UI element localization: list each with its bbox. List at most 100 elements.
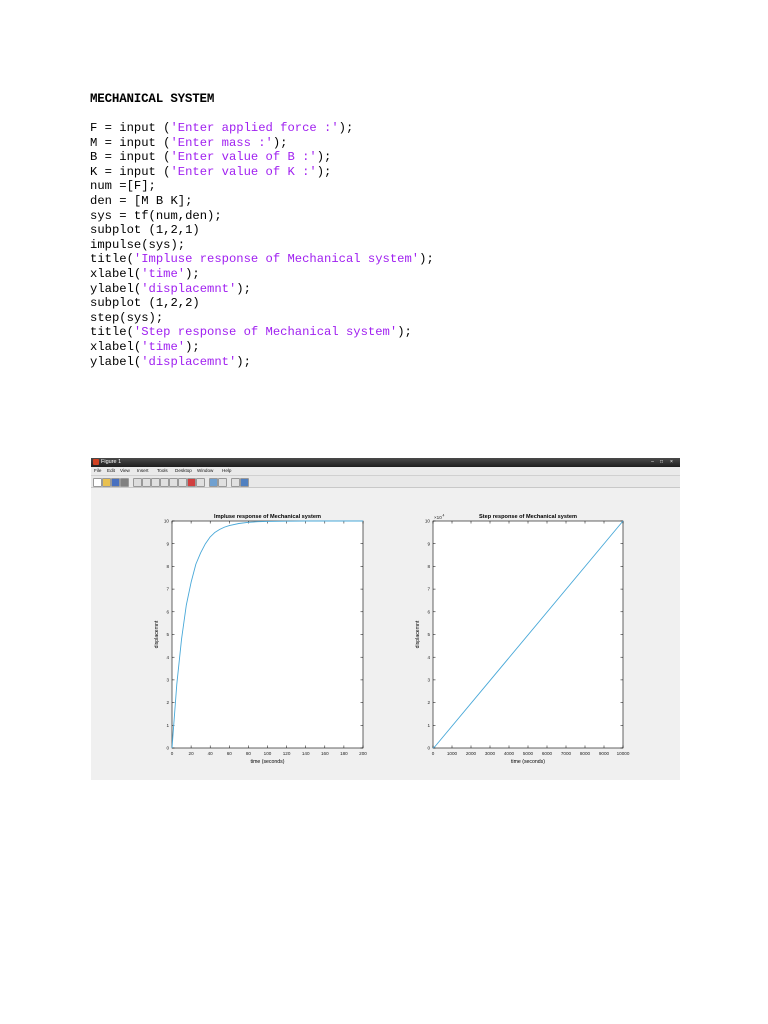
print-icon[interactable] xyxy=(120,478,129,487)
code-token: impulse(sys); xyxy=(90,237,186,252)
x-tick-label: 40 xyxy=(208,751,214,756)
code-token: xlabel( xyxy=(90,339,142,354)
code-string: 'Enter value of K :' xyxy=(170,164,317,179)
colorbar-icon[interactable] xyxy=(209,478,218,487)
menu-help[interactable]: Help xyxy=(222,467,231,475)
menu-tools[interactable]: Tools xyxy=(157,467,168,475)
code-line: xlabel('time'); xyxy=(90,267,434,282)
x-tick-label: 5000 xyxy=(523,751,534,756)
zoom-in-icon[interactable] xyxy=(142,478,151,487)
y-axis-label: displacemnt xyxy=(154,620,160,648)
x-tick-label: 7000 xyxy=(561,751,572,756)
y-tick-label: 5 xyxy=(427,632,430,637)
x-axis-label: time (seconds) xyxy=(250,759,284,765)
code-token: ); xyxy=(397,325,412,340)
figure-window-title: Figure 1 xyxy=(101,459,122,465)
x-tick-label: 3000 xyxy=(485,751,496,756)
link-icon[interactable] xyxy=(196,478,205,487)
legend-icon[interactable] xyxy=(218,478,227,487)
y-axis-label: displacemnt xyxy=(415,620,421,648)
x-tick-label: 9000 xyxy=(599,751,610,756)
code-token: K = input ( xyxy=(90,164,171,179)
x-tick-label: 20 xyxy=(189,751,195,756)
save-icon[interactable] xyxy=(111,478,120,487)
code-string: 'time' xyxy=(141,266,186,281)
pointer-icon[interactable] xyxy=(133,478,142,487)
x-tick-label: 60 xyxy=(227,751,233,756)
code-token: ); xyxy=(338,121,354,135)
figure-plots: 0 20 40 60 80 100 120 140 160 180 200012345678910I… xyxy=(154,514,630,766)
subplot-2: 0 1000 2000 3000 4000 5000 6000 7000 8000 9000 100… xyxy=(415,514,630,766)
new-icon[interactable] xyxy=(93,478,102,487)
code-string: 'displacemnt' xyxy=(141,354,237,369)
menu-insert[interactable]: Insert xyxy=(137,467,149,475)
maximize-icon[interactable]: □ xyxy=(658,459,665,465)
y-tick-label: 9 xyxy=(427,541,430,546)
y-tick-label: 3 xyxy=(427,678,430,683)
code-token: ); xyxy=(185,339,200,354)
x-tick-label: 0 xyxy=(171,751,174,756)
y-tick-label: 3 xyxy=(166,678,169,683)
code-line: step(sys); xyxy=(90,311,434,326)
code-string: 'Impluse response of Mechanical system' xyxy=(133,252,420,267)
hide-plot-icon[interactable] xyxy=(231,478,240,487)
data-cursor-icon[interactable] xyxy=(178,478,187,487)
code-string: 'Enter applied force :' xyxy=(170,121,339,135)
code-token: ); xyxy=(272,135,288,150)
figure-toolbar xyxy=(91,476,680,488)
x-tick-label: 0 xyxy=(432,751,435,756)
y-tick-label: 0 xyxy=(166,746,169,751)
x-tick-label: 2000 xyxy=(466,751,477,756)
y-tick-label: 8 xyxy=(166,564,169,569)
menu-view[interactable]: View xyxy=(120,467,130,475)
open-icon[interactable] xyxy=(102,478,111,487)
y-tick-label: 8 xyxy=(427,564,430,569)
code-string: 'displacemnt' xyxy=(141,281,237,296)
matlab-figure-window: Figure 1 – □ × File Edit View Insert Tools De… xyxy=(91,458,680,780)
show-plot-icon[interactable] xyxy=(240,478,249,487)
plot-area xyxy=(171,520,364,749)
code-string: 'Enter mass :' xyxy=(170,135,273,150)
x-tick-label: 140 xyxy=(302,751,310,756)
code-line: B = input ('Enter value of B :'); xyxy=(90,150,434,165)
x-tick-label: 6000 xyxy=(542,751,553,756)
close-icon[interactable]: × xyxy=(668,459,675,465)
minimize-icon[interactable]: – xyxy=(649,459,656,465)
code-line: ylabel('displacemnt'); xyxy=(90,355,434,370)
code-listing: F = input ('Enter applied force :'); M = … xyxy=(90,121,434,369)
y-tick-label: 6 xyxy=(166,609,169,614)
x-tick-label: 1000 xyxy=(447,751,458,756)
y-tick-label: 0 xyxy=(427,746,430,751)
menu-file[interactable]: File xyxy=(94,467,101,475)
code-token: num =[F]; xyxy=(90,179,156,194)
code-line: num =[F]; xyxy=(90,179,434,194)
code-token: title( xyxy=(90,325,134,340)
code-token: title( xyxy=(90,252,134,267)
y-tick-label: 1 xyxy=(427,723,430,728)
pan-icon[interactable] xyxy=(160,478,169,487)
y-tick-label: 10 xyxy=(164,519,170,524)
code-token: ); xyxy=(419,252,434,267)
x-axis-label: time (seconds) xyxy=(511,759,545,765)
code-token: ); xyxy=(236,281,251,296)
rotate-icon[interactable] xyxy=(169,478,178,487)
code-line: title('Impluse response of Mechanical sy… xyxy=(90,252,434,267)
code-token: B = input ( xyxy=(90,150,171,165)
menu-window[interactable]: Window xyxy=(197,467,213,475)
figure-titlebar[interactable]: Figure 1 – □ × xyxy=(91,458,680,467)
menu-edit[interactable]: Edit xyxy=(107,467,115,475)
subplot-1: 0 20 40 60 80 100 120 140 160 180 200 0 1 2 3 4 5 6 7 8 9 10 I… xyxy=(154,514,367,765)
x-tick-label: 200 xyxy=(359,751,367,756)
code-token: ); xyxy=(316,150,332,165)
code-token: subplot (1,2,2) xyxy=(90,296,200,311)
brush-icon[interactable] xyxy=(187,478,196,487)
code-string: 'Step response of Mechanical system' xyxy=(133,325,398,340)
y-tick-label: 6 xyxy=(427,609,430,614)
code-line: K = input ('Enter value of K :'); xyxy=(90,165,434,180)
code-line: F = input ('Enter applied force :'); xyxy=(90,121,434,136)
code-line: impulse(sys); xyxy=(90,238,434,253)
y-tick-label: 7 xyxy=(427,587,430,592)
code-string: 'Enter value of B :' xyxy=(170,150,317,165)
menu-desktop[interactable]: Desktop xyxy=(175,467,192,475)
zoom-out-icon[interactable] xyxy=(151,478,160,487)
